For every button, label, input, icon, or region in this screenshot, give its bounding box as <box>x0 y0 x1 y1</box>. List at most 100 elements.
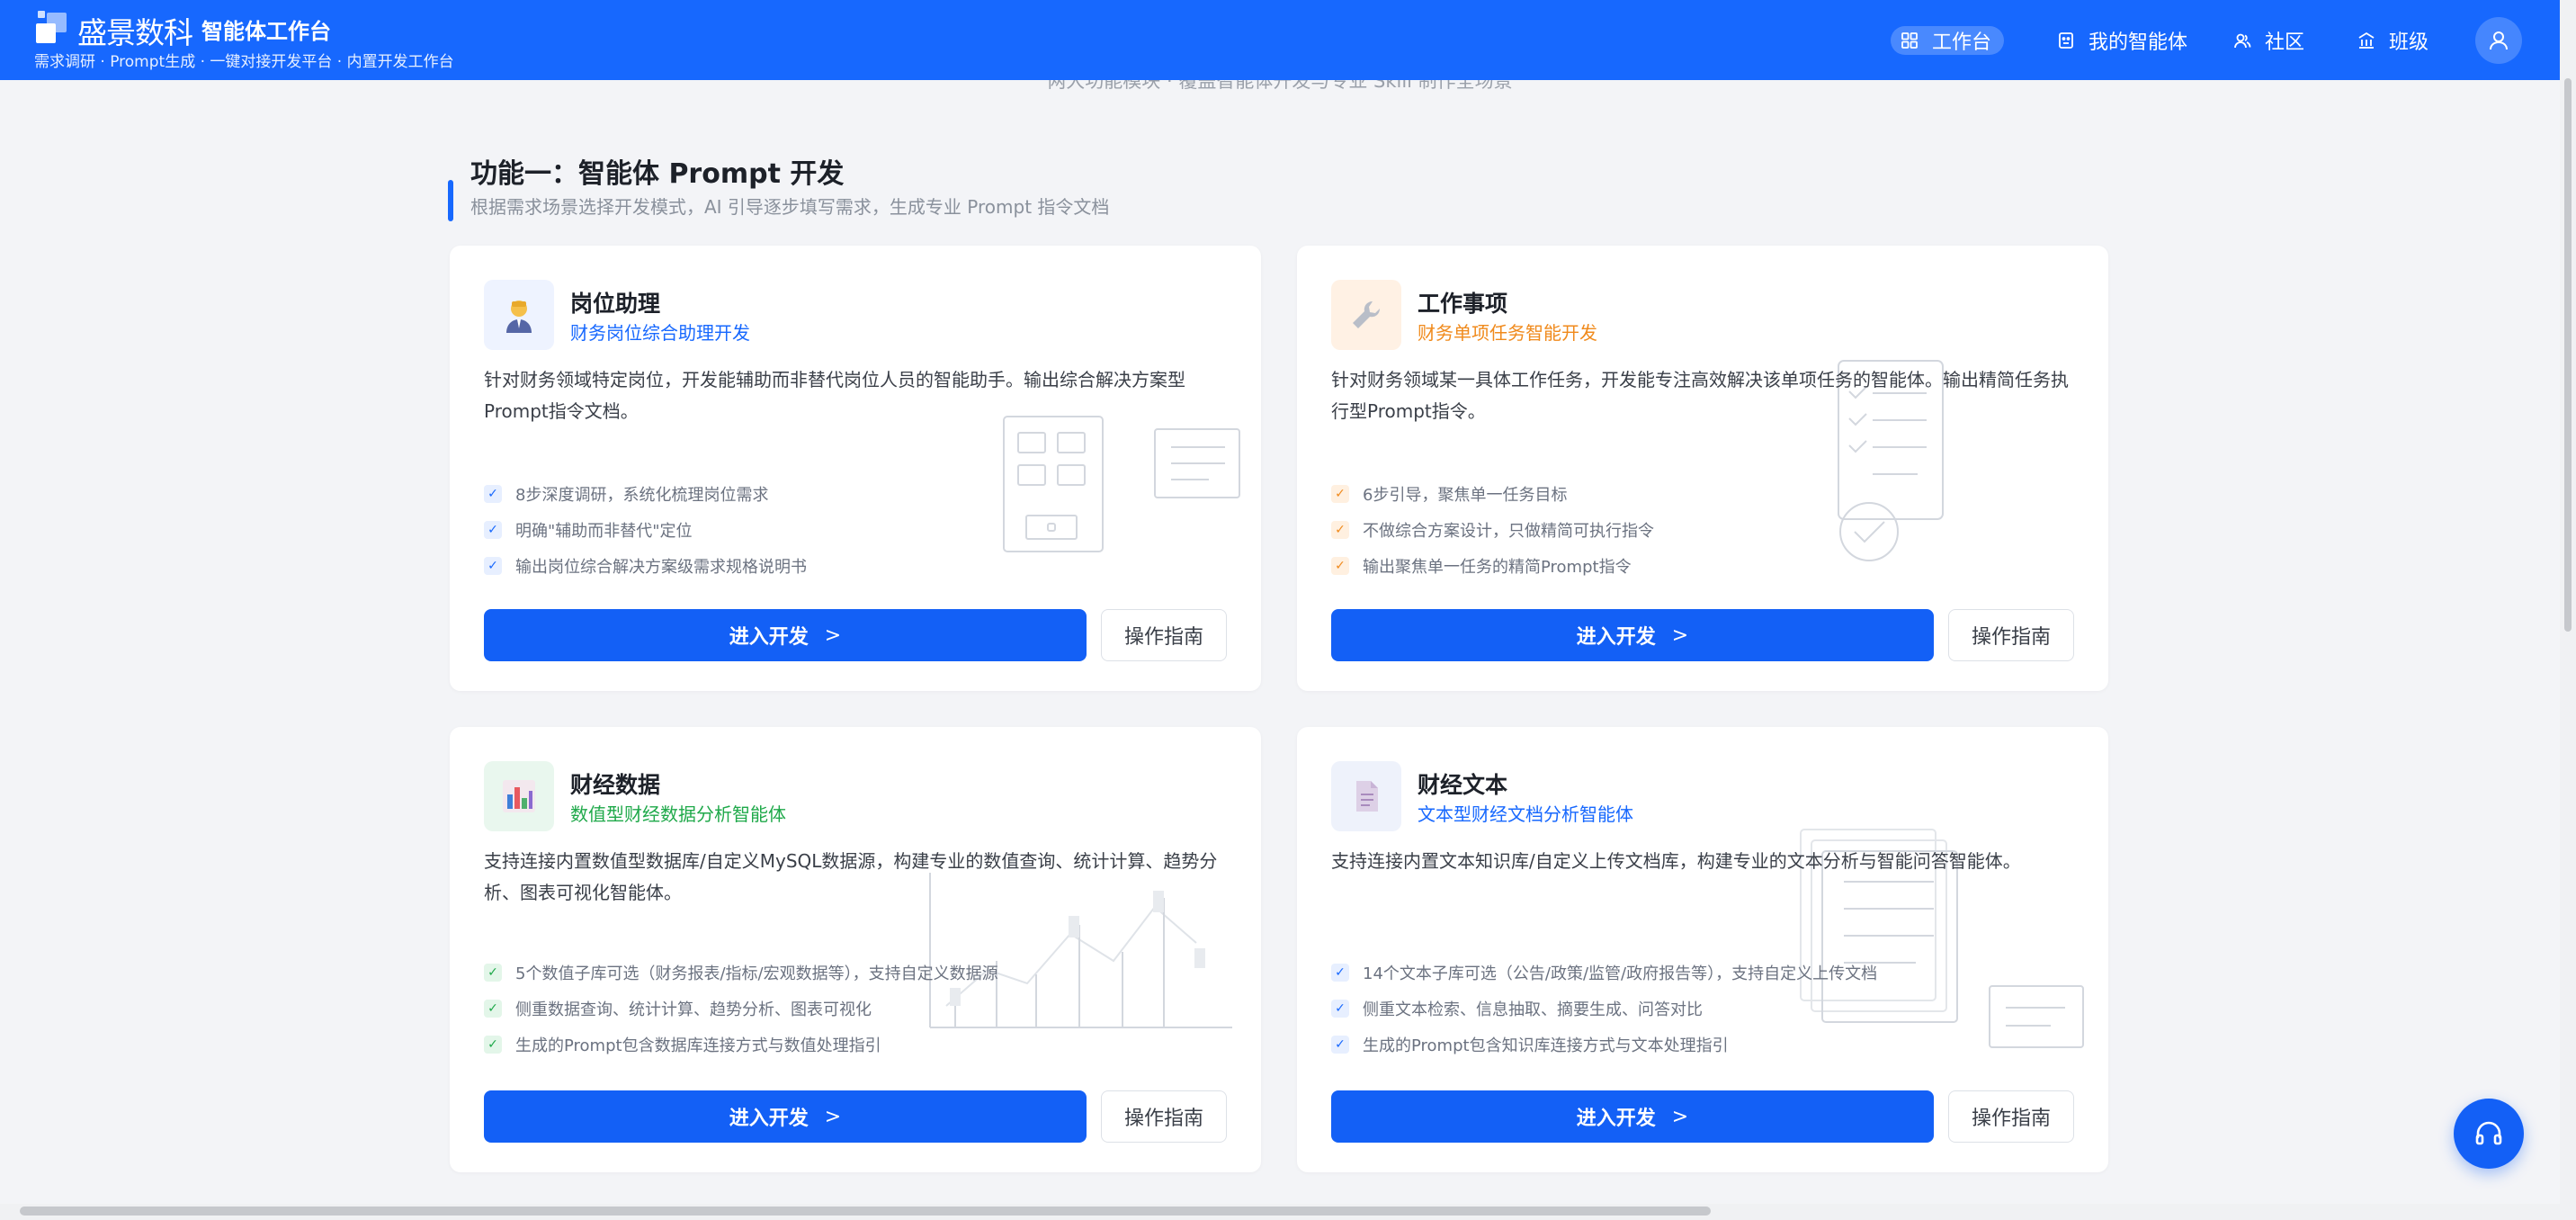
check-icon: ✓ <box>484 1000 502 1018</box>
customer-support-button[interactable] <box>2454 1099 2524 1169</box>
button-label: 进入开发 <box>1576 626 1656 649</box>
feature-list: ✓ 5个数值子库可选（财务报表/指标/宏观数据等），支持自定义数据源 ✓ 侧重数据查… <box>484 955 998 1063</box>
card-icon-box <box>1331 280 1401 350</box>
nav-label: 工作台 <box>1932 31 1992 54</box>
card-subtitle: 财务单项任务智能开发 <box>1418 322 1597 344</box>
nav-class[interactable]: 班级 <box>2348 26 2441 55</box>
check-icon: ✓ <box>1331 557 1349 575</box>
chevron-right-icon: > <box>1671 623 1689 647</box>
check-icon: ✓ <box>1331 521 1349 539</box>
nav-label: 班级 <box>2389 31 2429 54</box>
check-icon: ✓ <box>1331 964 1349 982</box>
feature-item: ✓ 侧重数据查询、统计计算、趋势分析、图表可视化 <box>484 991 998 1027</box>
feature-text: 输出岗位综合解决方案级需求规格说明书 <box>515 558 807 577</box>
bar-chart-icon <box>503 780 535 812</box>
feature-item: ✓ 生成的Prompt包含数据库连接方式与数值处理指引 <box>484 1027 998 1063</box>
card-work-task: 工作事项 财务单项任务智能开发 针对财务领域某一具体工作任务，开发能专注高效解决… <box>1297 246 2108 691</box>
card-subtitle: 财务岗位综合助理开发 <box>570 322 750 344</box>
card-title: 财经数据 <box>570 772 661 798</box>
feature-text: 14个文本子库可选（公告/政策/监管/政府报告等），支持自定义上传文档 <box>1363 964 1878 983</box>
user-icon <box>2490 31 2508 50</box>
enter-development-button[interactable]: 进入开发 > <box>1331 609 1934 661</box>
section-title: 功能一：智能体 Prompt 开发 <box>470 158 845 190</box>
feature-text: 生成的Prompt包含数据库连接方式与数值处理指引 <box>515 1036 881 1055</box>
chevron-right-icon: > <box>824 1105 842 1128</box>
headset-icon <box>2475 1121 2502 1145</box>
card-description: 支持连接内置数值型数据库/自定义MySQL数据源，构建专业的数值查询、统计计算、… <box>484 850 1218 903</box>
grid-icon <box>1901 32 1918 49</box>
section-accent-bar <box>448 180 453 221</box>
check-icon: ✓ <box>484 964 502 982</box>
feature-item: ✓ 8步深度调研，系统化梳理岗位需求 <box>484 476 807 512</box>
operation-guide-button[interactable]: 操作指南 <box>1948 609 2074 661</box>
card-financial-text: 财经文本 文本型财经文档分析智能体 支持连接内置文本知识库/自定义上传文档库，构… <box>1297 727 2108 1172</box>
feature-list: ✓ 8步深度调研，系统化梳理岗位需求 ✓ 明确"辅助而非替代"定位 ✓ 输出岗位综合解… <box>484 476 807 584</box>
chevron-right-icon: > <box>824 623 842 647</box>
card-title: 财经文本 <box>1418 772 1508 798</box>
app-title: 智能体工作台 <box>201 19 331 44</box>
feature-text: 不做综合方案设计，只做精简可执行指令 <box>1363 522 1654 541</box>
feature-item: ✓ 输出聚焦单一任务的精简Prompt指令 <box>1331 548 1654 584</box>
button-label: 进入开发 <box>729 1108 809 1130</box>
feature-text: 明确"辅助而非替代"定位 <box>515 522 693 541</box>
section-description: 根据需求场景选择开发模式，AI 引导逐步填写需求，生成专业 Prompt 指令文… <box>470 196 1110 218</box>
header-tagline: 需求调研 · Prompt生成 · 一键对接开发平台 · 内置开发工作台 <box>34 53 454 71</box>
feature-item: ✓ 明确"辅助而非替代"定位 <box>484 512 807 548</box>
feature-list: ✓ 6步引导，聚焦单一任务目标 ✓ 不做综合方案设计，只做精简可执行指令 ✓ 输出聚焦… <box>1331 476 1654 584</box>
horizontal-scrollbar-thumb[interactable] <box>20 1207 1711 1216</box>
enter-development-button[interactable]: 进入开发 > <box>1331 1090 1934 1143</box>
card-position-assistant: 岗位助理 财务岗位综合助理开发 针对财务领域特定岗位，开发能辅助而非替代岗位人员… <box>450 246 1261 691</box>
check-icon: ✓ <box>484 557 502 575</box>
vertical-scrollbar-thumb[interactable] <box>2564 78 2572 632</box>
feature-text: 8步深度调研，系统化梳理岗位需求 <box>515 486 769 505</box>
card-title: 工作事项 <box>1418 291 1508 317</box>
user-avatar-button[interactable] <box>2475 17 2522 64</box>
top-header: 盛景数科 智能体工作台 需求调研 · Prompt生成 · 一键对接开发平台 ·… <box>0 0 2560 80</box>
enter-development-button[interactable]: 进入开发 > <box>484 1090 1087 1143</box>
feature-text: 5个数值子库可选（财务报表/指标/宏观数据等），支持自定义数据源 <box>515 964 998 983</box>
check-icon: ✓ <box>1331 485 1349 503</box>
feature-text: 侧重数据查询、统计计算、趋势分析、图表可视化 <box>515 1000 872 1019</box>
feature-text: 输出聚焦单一任务的精简Prompt指令 <box>1363 558 1632 577</box>
nav-label: 社区 <box>2265 31 2305 54</box>
feature-list: ✓ 14个文本子库可选（公告/政策/监管/政府报告等），支持自定义上传文档 ✓ 侧重… <box>1331 955 1877 1063</box>
nav-label: 我的智能体 <box>2089 31 2188 54</box>
feature-text: 6步引导，聚焦单一任务目标 <box>1363 486 1568 505</box>
feature-item: ✓ 输出岗位综合解决方案级需求规格说明书 <box>484 548 807 584</box>
operation-guide-button[interactable]: 操作指南 <box>1101 1090 1227 1143</box>
feature-item: ✓ 14个文本子库可选（公告/政策/监管/政府报告等），支持自定义上传文档 <box>1331 955 1877 991</box>
nav-my-agents[interactable]: 我的智能体 <box>2047 26 2200 55</box>
check-icon: ✓ <box>484 1036 502 1054</box>
building-icon <box>2358 31 2375 49</box>
enter-development-button[interactable]: 进入开发 > <box>484 609 1087 661</box>
check-icon: ✓ <box>484 485 502 503</box>
feature-text: 生成的Prompt包含知识库连接方式与文本处理指引 <box>1363 1036 1729 1055</box>
card-description: 支持连接内置文本知识库/自定义上传文档库，构建专业的文本分析与智能问答智能体。 <box>1331 850 2021 872</box>
nav-workbench[interactable]: 工作台 <box>1891 26 2005 55</box>
org-chart-watermark-icon <box>1003 416 1240 552</box>
logo-text: 盛景数科 <box>77 15 193 50</box>
chevron-right-icon: > <box>1671 1105 1689 1128</box>
card-subtitle: 数值型财经数据分析智能体 <box>570 803 786 825</box>
operation-guide-button[interactable]: 操作指南 <box>1101 609 1227 661</box>
feature-text: 侧重文本检索、信息抽取、摘要生成、问答对比 <box>1363 1000 1703 1019</box>
nav-community[interactable]: 社区 <box>2223 26 2317 55</box>
card-icon-box <box>1331 761 1401 831</box>
card-description: 针对财务领域特定岗位，开发能辅助而非替代岗位人员的智能助手。输出综合解决方案型P… <box>484 369 1185 422</box>
check-icon: ✓ <box>484 521 502 539</box>
person-icon <box>506 301 532 333</box>
feature-item: ✓ 6步引导，聚焦单一任务目标 <box>1331 476 1654 512</box>
button-label: 进入开发 <box>729 626 809 649</box>
document-icon <box>1356 781 1378 812</box>
operation-guide-button[interactable]: 操作指南 <box>1948 1090 2074 1143</box>
card-financial-data: 财经数据 数值型财经数据分析智能体 支持连接内置数值型数据库/自定义MySQL数… <box>450 727 1261 1172</box>
card-subtitle: 文本型财经文档分析智能体 <box>1418 803 1633 825</box>
card-description: 针对财务领域某一具体工作任务，开发能专注高效解决该单项任务的智能体。输出精简任务… <box>1331 369 2069 422</box>
card-title: 岗位助理 <box>570 291 661 317</box>
feature-item: ✓ 生成的Prompt包含知识库连接方式与文本处理指引 <box>1331 1027 1877 1063</box>
feature-item: ✓ 5个数值子库可选（财务报表/指标/宏观数据等），支持自定义数据源 <box>484 955 998 991</box>
people-icon <box>2234 33 2251 49</box>
button-label: 进入开发 <box>1576 1108 1656 1130</box>
feature-item: ✓ 侧重文本检索、信息抽取、摘要生成、问答对比 <box>1331 991 1877 1027</box>
wrench-icon <box>1353 301 1381 328</box>
